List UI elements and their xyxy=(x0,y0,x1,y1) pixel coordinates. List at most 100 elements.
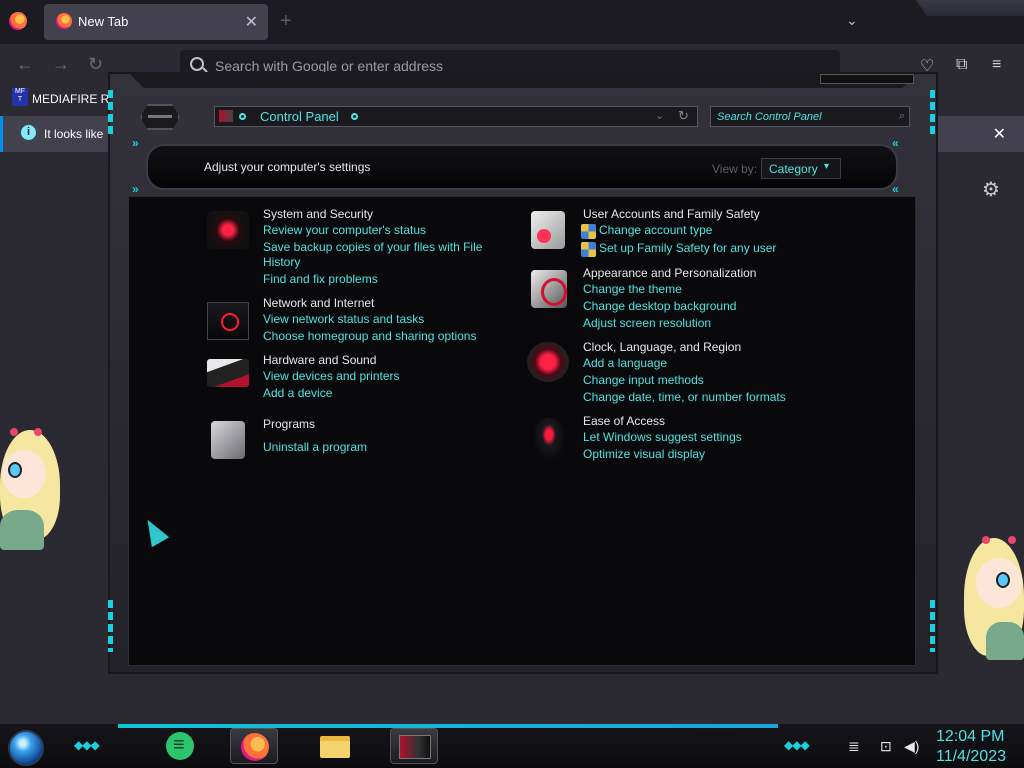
taskbar-accent-icon: ◆◆◆ xyxy=(784,738,810,752)
control-panel-icon xyxy=(399,735,431,759)
tab-favicon-icon xyxy=(56,13,72,29)
link-add-language[interactable]: Add a language xyxy=(583,356,667,370)
category-title[interactable]: System and Security xyxy=(263,207,373,221)
character-sticker-left xyxy=(0,428,62,550)
window-logo-icon xyxy=(140,104,180,130)
show-hidden-icons[interactable]: ≣ xyxy=(848,738,860,755)
view-by-dropdown[interactable]: Category ▾ xyxy=(761,158,841,179)
clock-icon[interactable] xyxy=(527,342,569,382)
category-title[interactable]: Hardware and Sound xyxy=(263,353,376,367)
header-band: Adjust your computer's settings View by:… xyxy=(146,144,898,190)
link-input-methods[interactable]: Change input methods xyxy=(583,373,704,387)
link-save-backup[interactable]: Save backup copies of your files with Fi… xyxy=(263,240,482,254)
link-family-safety[interactable]: Set up Family Safety for any user xyxy=(599,241,776,255)
list-all-tabs-button[interactable]: ⌄ xyxy=(846,12,858,29)
link-find-fix-problems[interactable]: Find and fix problems xyxy=(263,272,378,286)
shield-icon[interactable] xyxy=(207,211,249,249)
tab-title: New Tab xyxy=(78,14,129,29)
category-title[interactable]: Appearance and Personalization xyxy=(583,266,756,280)
search-icon[interactable]: ⌕ xyxy=(899,110,905,123)
taskbar-notes-app[interactable] xyxy=(154,728,202,764)
search-icon xyxy=(190,57,204,71)
category-title[interactable]: Programs xyxy=(263,417,315,431)
window-caption-decoration xyxy=(820,74,914,84)
link-date-time-formats[interactable]: Change date, time, or number formats xyxy=(583,390,786,404)
link-homegroup-sharing[interactable]: Choose homegroup and sharing options xyxy=(263,329,476,343)
folder-icon xyxy=(320,736,350,758)
new-tab-button[interactable]: + xyxy=(280,10,292,33)
search-placeholder: Search Control Panel xyxy=(717,111,822,123)
category-title[interactable]: Ease of Access xyxy=(583,414,665,428)
gear-icon[interactable]: ⚙ xyxy=(982,177,1000,202)
menu-icon[interactable]: ≡ xyxy=(992,56,1001,74)
link-uninstall-program[interactable]: Uninstall a program xyxy=(263,440,367,454)
category-title[interactable]: User Accounts and Family Safety xyxy=(583,207,760,221)
forward-button[interactable]: → xyxy=(52,54,70,75)
bookmark-favicon-icon: MF T xyxy=(12,88,28,106)
address-bar[interactable]: Control Panel ⌄ ↻ xyxy=(214,106,698,127)
chevron-left-icon: « xyxy=(892,136,899,150)
control-panel-window: Control Panel ⌄ ↻ Search Control Panel ⌕… xyxy=(108,72,938,674)
link-suggest-settings[interactable]: Let Windows suggest settings xyxy=(583,430,742,444)
printer-icon[interactable] xyxy=(207,359,249,387)
programs-icon[interactable] xyxy=(211,421,245,459)
link-view-network-status[interactable]: View network status and tasks xyxy=(263,312,424,326)
page-title: Adjust your computer's settings xyxy=(204,160,371,174)
clock-time[interactable]: 12:04 PM xyxy=(936,728,1004,746)
volume-icon[interactable]: ◀) xyxy=(904,738,919,755)
info-icon: i xyxy=(21,125,36,140)
character-sticker-right xyxy=(962,536,1024,660)
back-button[interactable]: ← xyxy=(16,54,34,75)
category-title[interactable]: Network and Internet xyxy=(263,296,374,310)
tab-new-tab[interactable]: New Tab ✕ xyxy=(44,4,268,40)
taskbar-accent-icon: ◆◆◆ xyxy=(74,738,100,752)
link-change-theme[interactable]: Change the theme xyxy=(583,282,682,296)
link-add-device[interactable]: Add a device xyxy=(263,386,332,400)
link-save-backup-history[interactable]: History xyxy=(263,255,300,269)
taskbar-file-explorer[interactable] xyxy=(310,728,358,764)
tab-close-icon[interactable]: ✕ xyxy=(245,12,258,32)
ease-of-access-icon[interactable] xyxy=(533,418,565,460)
control-panel-icon xyxy=(219,110,233,122)
chevron-right-icon: » xyxy=(132,136,139,150)
search-control-panel-input[interactable]: Search Control Panel ⌕ xyxy=(710,106,910,127)
breadcrumb-dot-icon[interactable] xyxy=(351,113,358,120)
link-change-account-type[interactable]: Change account type xyxy=(599,223,712,237)
link-devices-printers[interactable]: View devices and printers xyxy=(263,369,400,383)
users-icon[interactable] xyxy=(531,211,565,249)
left-accent-bottom xyxy=(108,600,113,652)
category-title[interactable]: Clock, Language, and Region xyxy=(583,340,741,354)
bookmark-mediafire[interactable]: MEDIAFIRE RO xyxy=(32,92,119,106)
taskbar: ◆◆◆ ◆◆◆ ≣ ⊡ ◀) 12:04 PM 11/4/2023 xyxy=(0,724,1024,768)
link-optimize-display[interactable]: Optimize visual display xyxy=(583,447,705,461)
address-dropdown-icon[interactable]: ⌄ xyxy=(655,109,664,122)
notes-app-icon xyxy=(166,732,194,760)
network-icon[interactable]: ⊡ xyxy=(880,738,892,755)
refresh-icon[interactable]: ↻ xyxy=(678,108,689,124)
link-desktop-background[interactable]: Change desktop background xyxy=(583,299,736,313)
firefox-icon xyxy=(241,733,269,761)
view-by-value: Category xyxy=(769,162,818,176)
notice-text: It looks like xyxy=(44,127,104,141)
right-accent-bottom xyxy=(930,600,935,652)
breadcrumb-control-panel[interactable]: Control Panel xyxy=(260,109,339,124)
view-by-label: View by: xyxy=(712,162,758,176)
theme-corner-decoration xyxy=(916,0,1024,16)
breadcrumb-dot-icon xyxy=(239,113,246,120)
link-review-status[interactable]: Review your computer's status xyxy=(263,223,426,237)
firefox-logo-icon[interactable] xyxy=(9,12,27,30)
taskbar-firefox[interactable] xyxy=(230,728,278,764)
extensions-icon[interactable]: ⧉ xyxy=(956,56,967,74)
clock-date[interactable]: 11/4/2023 xyxy=(936,748,1006,766)
network-icon[interactable] xyxy=(207,302,249,340)
uac-shield-icon xyxy=(581,242,596,257)
appearance-icon[interactable] xyxy=(531,270,567,308)
notice-close-icon[interactable]: ✕ xyxy=(993,124,1006,144)
chevron-right-icon: » xyxy=(132,182,139,196)
window-title-bar[interactable] xyxy=(128,72,918,88)
link-screen-resolution[interactable]: Adjust screen resolution xyxy=(583,316,711,330)
taskbar-control-panel[interactable] xyxy=(390,728,438,764)
taskbar-accent-band xyxy=(118,724,778,728)
reload-button[interactable]: ↻ xyxy=(88,54,103,75)
start-button[interactable] xyxy=(8,730,44,766)
